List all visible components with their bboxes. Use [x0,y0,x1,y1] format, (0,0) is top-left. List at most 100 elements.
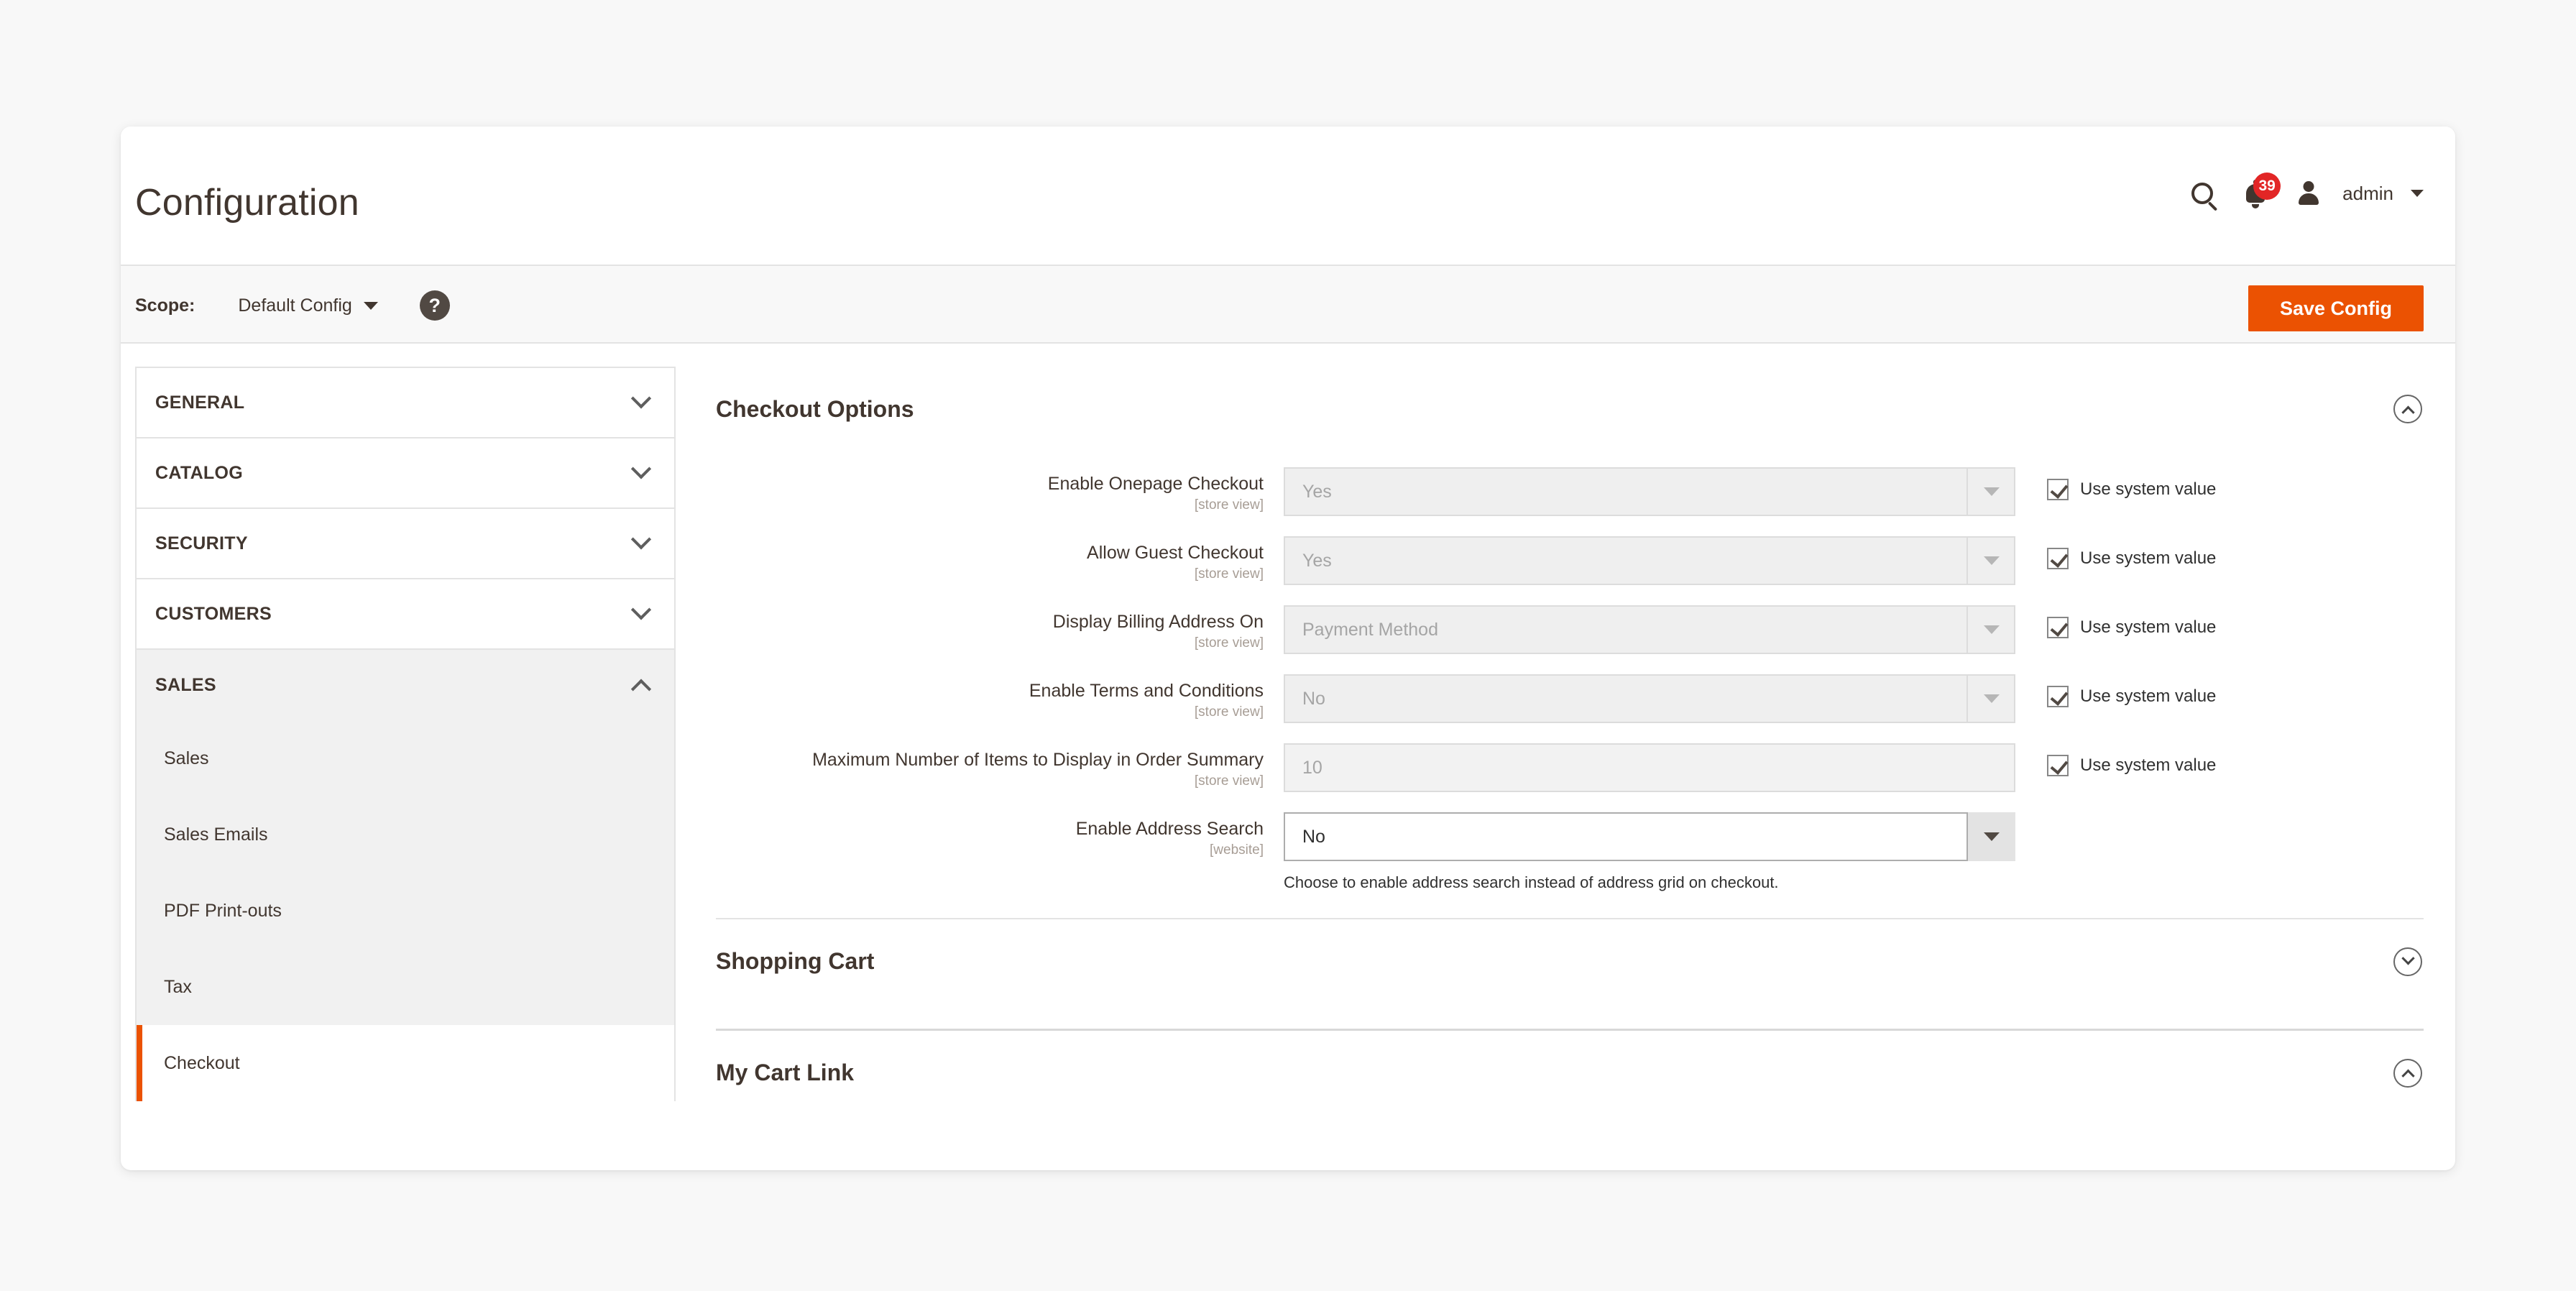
page-title: Configuration [135,182,359,224]
field-scope-label: [website] [1210,842,1264,858]
enable-address-search-select[interactable]: No [1284,812,2015,861]
sidebar-section-security[interactable]: SECURITY [137,509,674,579]
use-system-value-label[interactable]: Use system value [2080,479,2216,500]
field-control-group: No Choose to enable address search inste… [1284,812,2015,893]
use-system-value-group: Use system value [2047,536,2216,569]
field-label-group: Enable Terms and Conditions [store view] [716,674,1284,720]
use-system-value-checkbox[interactable] [2047,617,2069,638]
use-system-value-checkbox[interactable] [2047,479,2069,500]
save-config-button[interactable]: Save Config [2248,285,2424,331]
section-header-shopping-cart[interactable]: Shopping Cart [716,919,2424,1004]
use-system-value-label[interactable]: Use system value [2080,686,2216,707]
sidebar-item-sales-emails[interactable]: Sales Emails [137,796,674,873]
sidebar-section-label: SALES [155,674,216,695]
chevron-down-icon[interactable] [1966,812,2015,861]
field-label-group: Allow Guest Checkout [store view] [716,536,1284,582]
sidebar-section-sales[interactable]: SALES [137,650,674,720]
maximum-number-of-items-input: 10 [1284,743,2015,792]
field-label: Maximum Number of Items to Display in Or… [812,750,1264,770]
select-value: Payment Method [1302,619,1438,640]
chevron-down-circle-icon[interactable] [2393,947,2422,976]
sidebar-item-label: Sales Emails [164,824,268,845]
sidebar-section-general[interactable]: GENERAL [137,368,674,438]
field-label-group: Maximum Number of Items to Display in Or… [716,743,1284,789]
field-row-maximum-number-of-items: Maximum Number of Items to Display in Or… [716,743,2424,792]
enable-terms-and-conditions-select: No [1284,674,2015,723]
sidebar-item-label: Sales [164,748,209,768]
sidebar-item-sales[interactable]: Sales [137,720,674,796]
field-label: Display Billing Address On [1052,612,1264,632]
search-icon [2191,183,2214,204]
select-wrapper: Yes [1284,536,2015,585]
question-mark-icon[interactable]: ? [419,290,450,321]
allow-guest-checkout-select: Yes [1284,536,2015,585]
field-scope-label: [store view] [1194,773,1264,789]
sidebar-item-pdf-print-outs[interactable]: PDF Print-outs [137,873,674,949]
input-value: 10 [1302,757,1322,778]
scope-value[interactable]: Default Config [238,295,351,316]
field-label-group: Enable Address Search [website] [716,812,1284,858]
chevron-up-circle-icon[interactable] [2393,1058,2422,1088]
use-system-value-group: Use system value [2047,605,2216,638]
field-scope-label: [store view] [1194,704,1264,720]
use-system-value-checkbox[interactable] [2047,686,2069,707]
sidebar-sublist-sales: Sales Sales Emails PDF Print-outs Tax Ch… [137,720,674,1101]
sidebar-section-label: CUSTOMERS [155,603,272,624]
admin-configuration-card: Configuration 39 admin Scope: Default Co… [121,127,2455,1170]
field-control-group: Yes [1284,536,2015,585]
select-wrapper: Yes [1284,467,2015,516]
section-header-my-cart-link[interactable]: My Cart Link [716,1031,2424,1116]
field-control-group: Payment Method [1284,605,2015,654]
chevron-down-icon [1966,605,2015,654]
notification-count-badge: 39 [2253,173,2281,200]
select-wrapper: Payment Method [1284,605,2015,654]
chevron-down-icon [630,599,652,620]
field-label: Enable Terms and Conditions [1029,681,1264,701]
field-label: Allow Guest Checkout [1087,543,1264,563]
chevron-up-circle-icon[interactable] [2393,395,2422,423]
section-header-checkout-options[interactable]: Checkout Options [716,367,2424,451]
use-system-value-label[interactable]: Use system value [2080,548,2216,569]
config-sidebar-nav: GENERAL CATALOG SECURITY CUSTOMERS SALES [135,367,676,1101]
sidebar-section-label: SECURITY [155,533,248,553]
admin-username[interactable]: admin [2342,183,2393,205]
scope-label: Scope: [135,295,196,316]
display-billing-address-on-select: Payment Method [1284,605,2015,654]
chevron-down-icon [630,529,652,550]
use-system-value-group: Use system value [2047,743,2216,776]
page-background: Configuration 39 admin Scope: Default Co… [0,0,2576,1291]
field-scope-label: [store view] [1194,566,1264,582]
use-system-value-label[interactable]: Use system value [2080,617,2216,638]
use-system-value-checkbox[interactable] [2047,755,2069,776]
sidebar-item-checkout[interactable]: Checkout [137,1025,674,1101]
section-title: My Cart Link [716,1060,855,1086]
chevron-down-icon[interactable] [363,301,378,310]
field-control-group: Yes [1284,467,2015,516]
chevron-down-icon [1966,467,2015,516]
chevron-down-icon[interactable] [2411,190,2424,197]
sidebar-section-customers[interactable]: CUSTOMERS [137,579,674,650]
sidebar-section-label: CATALOG [155,462,243,483]
sidebar-section-label: GENERAL [155,392,245,413]
sidebar-item-tax[interactable]: Tax [137,949,674,1025]
page-header: Configuration 39 admin [121,127,2455,265]
enable-onepage-checkout-select: Yes [1284,467,2015,516]
search-button[interactable] [2176,167,2229,220]
config-content-panel: Checkout Options Enable Onepage Checkout… [716,367,2424,1116]
field-label-group: Enable Onepage Checkout [store view] [716,467,1284,513]
use-system-value-checkbox[interactable] [2047,548,2069,569]
user-avatar-icon [2296,181,2321,206]
configuration-body: GENERAL CATALOG SECURITY CUSTOMERS SALES [121,344,2455,1116]
use-system-value-label[interactable]: Use system value [2080,755,2216,776]
field-label: Enable Onepage Checkout [1047,474,1264,494]
section-title: Shopping Cart [716,948,875,975]
sidebar-section-catalog[interactable]: CATALOG [137,438,674,509]
field-row-allow-guest-checkout: Allow Guest Checkout [store view] Yes Us… [716,536,2424,585]
notifications-button[interactable]: 39 [2229,167,2282,220]
chevron-up-icon [630,679,652,699]
field-label-group: Display Billing Address On [store view] [716,605,1284,651]
field-row-enable-onepage-checkout: Enable Onepage Checkout [store view] Yes [716,467,2424,516]
enable-address-search-help-text: Choose to enable address search instead … [1284,873,1779,891]
header-toolbar: 39 admin [2176,167,2424,220]
user-avatar-button[interactable] [2282,167,2335,220]
